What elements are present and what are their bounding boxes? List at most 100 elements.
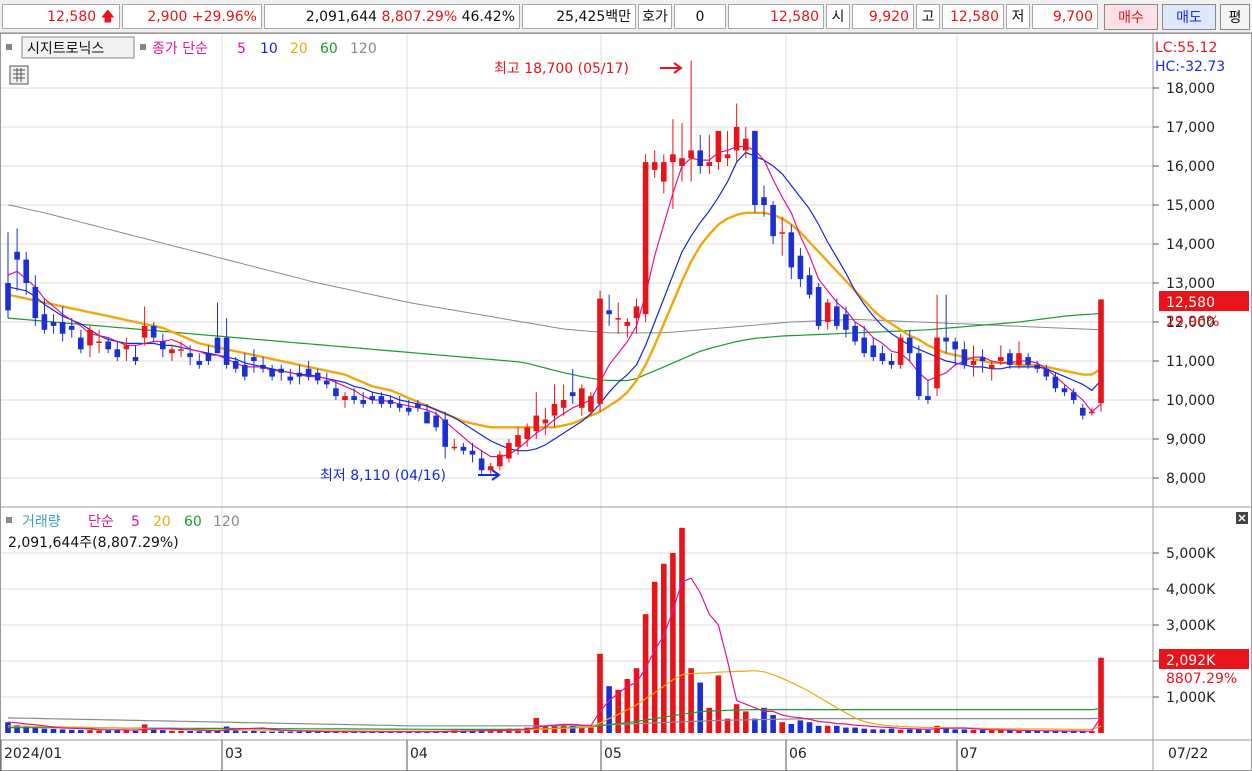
- volume-bar: [1016, 730, 1022, 733]
- candle-body: [979, 357, 986, 361]
- candle-body: [296, 372, 303, 377]
- volume-bar: [178, 730, 184, 733]
- volume-bar: [196, 731, 203, 733]
- candle-body: [934, 337, 940, 389]
- legend-square-icon: [6, 44, 12, 50]
- price-tick-label: 10,000: [1166, 393, 1215, 409]
- candle-body: [815, 286, 822, 326]
- candle-body: [232, 361, 239, 369]
- candle-body: [579, 388, 585, 408]
- candle-body: [679, 158, 685, 166]
- candle-body: [542, 419, 549, 424]
- candle-body: [688, 150, 694, 159]
- volume-bar: [606, 686, 612, 733]
- candle-body: [606, 310, 612, 315]
- low-annotation: 최저 8,110 (04/16): [320, 468, 446, 484]
- open-label: 시: [826, 4, 850, 29]
- candle-body: [961, 349, 968, 365]
- candle-body: [68, 325, 75, 330]
- volume-bar: [150, 729, 157, 733]
- volume-bar: [970, 729, 977, 733]
- volume-bar: [287, 731, 294, 733]
- candle-body: [469, 450, 476, 455]
- volume-bar: [260, 731, 266, 733]
- candle-body: [843, 314, 849, 330]
- volume-bar: [205, 731, 212, 733]
- candle-body: [324, 380, 330, 385]
- candle-body: [998, 357, 1004, 361]
- candle-body: [733, 127, 740, 151]
- candle-body: [451, 446, 458, 449]
- candle-body: [169, 349, 175, 354]
- volume-bar: [41, 728, 48, 733]
- candle-body: [888, 361, 895, 365]
- volume-bar: [979, 730, 986, 733]
- candle-body: [78, 337, 84, 350]
- volume-bar: [569, 725, 576, 733]
- volume-bar: [715, 675, 722, 733]
- volume-bar: [68, 729, 75, 733]
- volume-bar: [834, 725, 840, 733]
- table-icon[interactable]: [9, 65, 29, 85]
- price-tick-label: 17,000: [1166, 120, 1215, 136]
- candle-body: [797, 255, 804, 280]
- volume-bar: [615, 689, 621, 733]
- candle-body: [369, 396, 376, 400]
- sell-button[interactable]: 매도: [1162, 4, 1216, 30]
- candle-body: [87, 329, 93, 346]
- price-ma-60: 60: [320, 41, 338, 57]
- volume-bar: [779, 722, 785, 733]
- candle-body: [497, 454, 503, 467]
- volume-bar: [123, 730, 130, 733]
- price-tick-label: 15,000: [1166, 198, 1215, 214]
- candle-body: [433, 415, 439, 428]
- candle-body: [205, 353, 212, 361]
- high-value: 12,580: [942, 4, 1004, 29]
- volume-ma-title: 단순: [88, 514, 114, 530]
- low-label: 저: [1006, 4, 1030, 29]
- volume-bar: [114, 730, 121, 733]
- legend-square-icon: [6, 517, 12, 523]
- volume-bar: [542, 726, 549, 733]
- candle-body: [360, 400, 366, 404]
- hc-label: HC:-32.73: [1155, 59, 1225, 75]
- volume-bar: [105, 730, 111, 733]
- volume-bar: [59, 729, 66, 733]
- candle-body: [770, 205, 776, 237]
- price-tick-label: 8,000: [1166, 471, 1206, 487]
- volume-ma-60: 60: [184, 514, 202, 530]
- volume-bar: [879, 729, 886, 733]
- candle-body: [96, 341, 102, 343]
- candle-body: [551, 403, 558, 416]
- up-arrow-icon: 🡅: [100, 9, 115, 25]
- candle-body: [743, 138, 749, 151]
- volume-bar: [897, 729, 904, 733]
- volume-value: 2,091,644: [305, 9, 378, 25]
- price-ma-10: 10: [260, 41, 278, 57]
- candle-body: [906, 337, 913, 354]
- candle-body: [178, 349, 184, 351]
- volume-bar: [50, 729, 57, 733]
- volume-tick-label: 4,000K: [1166, 582, 1216, 598]
- candle-body: [123, 345, 130, 350]
- volume-readout: 2,091,644주(8,807.29%): [8, 535, 179, 551]
- date-tick-label: 04: [410, 746, 428, 762]
- candle-body: [515, 435, 521, 447]
- volume-tick-label: 5,000K: [1166, 546, 1216, 562]
- candle-body: [724, 154, 731, 159]
- candle-body: [952, 341, 958, 350]
- candle-body: [834, 306, 840, 326]
- candle-body: [788, 232, 795, 268]
- volume-bar: [679, 527, 685, 733]
- extra-button[interactable]: 평: [1220, 4, 1250, 30]
- price-ma-20: 20: [290, 41, 308, 57]
- buy-button[interactable]: 매수: [1104, 4, 1158, 30]
- candle-body: [314, 372, 321, 381]
- candle-body: [1016, 353, 1022, 365]
- candle-body: [1034, 364, 1040, 369]
- candle-body: [1061, 388, 1068, 393]
- candle-body: [269, 368, 275, 377]
- turnover: 46.42%: [461, 9, 515, 25]
- volume-bar: [551, 725, 558, 733]
- chart-background: [0, 33, 1252, 771]
